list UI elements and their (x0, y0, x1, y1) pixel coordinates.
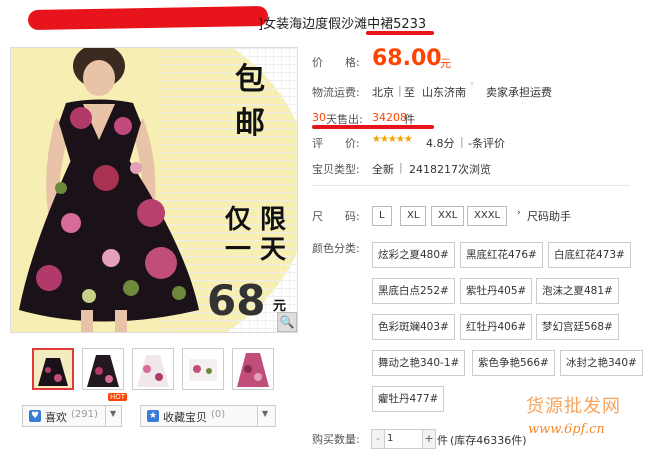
color-option[interactable]: 梦幻宫廷568# (536, 314, 619, 340)
promo-limited-day: 仅 限 一 天 (225, 205, 287, 265)
watermark-logo: 货源批发网 (526, 396, 621, 417)
thumbnail-1[interactable] (32, 348, 74, 390)
color-option[interactable]: 泡沫之夏481# (536, 278, 619, 304)
divider (257, 406, 258, 426)
like-count: (291) (71, 409, 98, 420)
size-option-xxxl[interactable]: XXXL (467, 206, 508, 226)
rating-score: 4.8分 (426, 137, 455, 150)
quantity-increment-button[interactable]: + (422, 429, 436, 449)
thumbnail-image (34, 350, 72, 388)
favorite-label: 收藏宝贝 (163, 411, 207, 424)
chevron-right-icon: › (517, 208, 521, 218)
shipping-note: 卖家承担运费 (486, 86, 552, 99)
shipping-label: 物流运费: (312, 86, 360, 99)
color-option[interactable]: 红牡丹406# (460, 314, 533, 340)
shipping-to-word: 至 (404, 86, 415, 99)
color-option[interactable]: 白底红花473# (548, 242, 631, 268)
main-product-image[interactable]: 包 邮 仅 限 一 天 68 元 🔍 (10, 47, 298, 333)
size-label: 尺 码: (312, 210, 360, 223)
color-option[interactable]: 癯牡丹477# (372, 386, 445, 412)
sold-underline-mark (312, 125, 434, 129)
color-option[interactable]: 紫牡丹405# (460, 278, 533, 304)
thumbnail-5[interactable] (232, 348, 274, 390)
divider (105, 406, 106, 426)
like-label: 喜欢 (45, 411, 67, 424)
size-option-l[interactable]: L (372, 206, 392, 226)
thumbnail-4[interactable] (182, 348, 224, 390)
type-label: 宝贝类型: (312, 163, 360, 176)
chevron-down-icon[interactable]: ▼ (262, 409, 268, 418)
rating-comments[interactable]: -条评价 (468, 135, 505, 151)
type-value: 全新 (372, 163, 394, 176)
size-helper-link[interactable]: 尺码助手 (527, 208, 571, 224)
product-title: ]女装海边度假沙滩中裙5233 (258, 17, 427, 32)
heart-icon: ♥ (29, 410, 41, 422)
title-redaction (27, 5, 269, 31)
color-label: 颜色分类: (312, 242, 360, 255)
price-unit: 元 (440, 57, 451, 70)
watermark-url: www.6pf.cn (528, 422, 605, 437)
sold-count: 34208 (372, 111, 407, 124)
like-button[interactable]: ♥ 喜欢 (291) ▼ (22, 405, 122, 427)
section-divider (312, 185, 630, 186)
shipping-separator: | (398, 84, 402, 97)
color-option[interactable]: 炫彩之夏480# (372, 242, 455, 268)
size-option-xl[interactable]: XL (400, 206, 427, 226)
thumbnail-image (233, 349, 273, 389)
title-underline-mark (366, 31, 434, 35)
stock-info: (库存46336件) (450, 434, 527, 447)
chevron-down-icon[interactable]: ▼ (110, 409, 116, 418)
color-option[interactable]: 黑底红花476# (460, 242, 543, 268)
hot-badge: HOT (108, 393, 128, 401)
promo-free-shipping: 包 邮 (235, 62, 271, 141)
size-option-xxl[interactable]: XXL (431, 206, 465, 226)
favorite-button[interactable]: ★ 收藏宝贝 (0) ▼ (140, 405, 276, 427)
rating-label: 评 价: (312, 137, 360, 150)
shipping-destination[interactable]: 山东济南 (422, 84, 466, 100)
quantity-input[interactable]: 1 (384, 429, 424, 449)
thumbnail-image (83, 349, 123, 389)
price-value: 68.00 (372, 46, 442, 71)
rating-separator: | (460, 135, 464, 148)
quantity-unit: 件 (437, 434, 448, 447)
thumbnail-3[interactable] (132, 348, 174, 390)
color-option[interactable]: 冰封之艳340# (560, 350, 643, 376)
color-option[interactable]: 色彩斑斓403# (372, 314, 455, 340)
sold-days: 30 (312, 111, 326, 124)
quantity-decrement-button[interactable]: - (371, 429, 385, 449)
color-option[interactable]: 舞动之艳340-1# (372, 350, 466, 376)
rating-stars: ★★★★★ (372, 134, 413, 145)
chevron-down-icon[interactable]: ˅ (470, 82, 474, 91)
color-option[interactable]: 紫色争艳566# (472, 350, 555, 376)
shipping-from: 北京 (372, 86, 394, 99)
price-label: 价 格: (312, 56, 360, 69)
quantity-label: 购买数量: (312, 433, 360, 446)
zoom-icon[interactable]: 🔍 (277, 312, 297, 332)
type-separator: | (399, 161, 403, 174)
thumbnail-image (183, 349, 223, 389)
thumbnail-2[interactable] (82, 348, 124, 390)
favorite-count: (0) (211, 409, 226, 420)
type-views: 2418217次浏览 (409, 163, 491, 176)
promo-price: 68 (207, 276, 266, 325)
bookmark-icon: ★ (147, 410, 159, 422)
thumbnail-image (133, 349, 173, 389)
color-option[interactable]: 黑底白点252# (372, 278, 455, 304)
